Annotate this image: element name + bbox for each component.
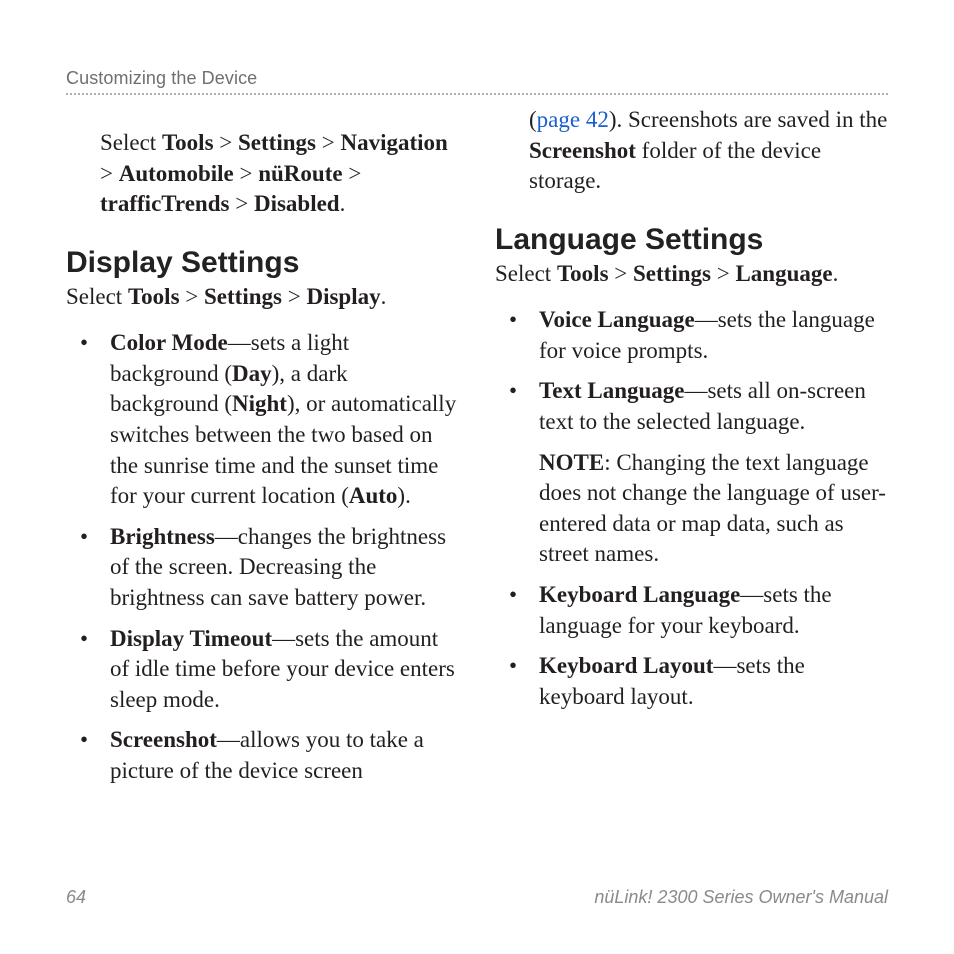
breadcrumb-item: Display — [306, 284, 380, 309]
list-item: Color Mode—sets a light background (Day)… — [66, 328, 459, 511]
screenshot-continuation: (page 42). Screenshots are saved in the … — [495, 105, 888, 197]
breadcrumb-item: Settings — [633, 261, 711, 286]
right-column: (page 42). Screenshots are saved in the … — [495, 105, 888, 796]
list-item-term: Brightness — [110, 524, 215, 549]
list-item: Keyboard Language—sets the language for … — [495, 580, 888, 641]
list-item-term: Keyboard Layout — [539, 653, 713, 678]
nav-path-lead-in: Select Tools > Settings > Navigation > A… — [66, 128, 459, 220]
language-settings-path: Select Tools > Settings > Language. — [495, 259, 888, 290]
display-settings-path: Select Tools > Settings > Display. — [66, 282, 459, 313]
left-column: Select Tools > Settings > Navigation > A… — [66, 105, 459, 796]
list-item: Text Language—sets all on-screen text to… — [495, 376, 888, 437]
breadcrumb-item: Automobile — [119, 161, 234, 186]
bold-text: Night — [232, 391, 287, 416]
list-item-term: Screenshot — [110, 727, 217, 752]
breadcrumb-item: Tools — [557, 261, 609, 286]
breadcrumb-item: Navigation — [340, 130, 447, 155]
note-block: NOTE: Changing the text language does no… — [495, 448, 888, 570]
dotted-rule — [66, 93, 888, 95]
list-item-term: Keyboard Language — [539, 582, 740, 607]
page-number: 64 — [66, 887, 86, 908]
page-footer: 64 nüLink! 2300 Series Owner's Manual — [66, 887, 888, 908]
bold-text: NOTE — [539, 450, 604, 475]
manual-page: Customizing the Device Select Tools > Se… — [0, 0, 954, 954]
breadcrumb-item: Settings — [204, 284, 282, 309]
list-item-term: Text Language — [539, 378, 684, 403]
breadcrumb-item: Tools — [128, 284, 180, 309]
list-item: Brightness—changes the brightness of the… — [66, 522, 459, 614]
list-item: Display Timeout—sets the amount of idle … — [66, 624, 459, 716]
manual-title: nüLink! 2300 Series Owner's Manual — [594, 887, 888, 908]
breadcrumb-item: Settings — [238, 130, 316, 155]
running-head: Customizing the Device — [66, 68, 888, 89]
list-item-term: Color Mode — [110, 330, 228, 355]
display-settings-heading: Display Settings — [66, 246, 459, 280]
breadcrumb-item: Disabled — [254, 191, 340, 216]
bold-text: Day — [232, 361, 272, 386]
list-item-term: Display Timeout — [110, 626, 272, 651]
breadcrumb-item: nüRoute — [258, 161, 342, 186]
breadcrumb-item: Tools — [162, 130, 214, 155]
page-link[interactable]: page 42 — [537, 107, 609, 132]
display-settings-list: Color Mode—sets a light background (Day)… — [66, 328, 459, 786]
breadcrumb-item: Language — [735, 261, 832, 286]
bold-text: Auto — [349, 483, 398, 508]
language-settings-list: Voice Language—sets the language for voi… — [495, 305, 888, 712]
language-settings-heading: Language Settings — [495, 223, 888, 257]
list-item: Keyboard Layout—sets the keyboard layout… — [495, 651, 888, 712]
bold-text: Screenshot — [529, 138, 636, 163]
list-item: Screenshot—allows you to take a picture … — [66, 725, 459, 786]
list-item-term: Voice Language — [539, 307, 695, 332]
breadcrumb-item: trafficTrends — [100, 191, 229, 216]
list-item: Voice Language—sets the language for voi… — [495, 305, 888, 366]
two-column-layout: Select Tools > Settings > Navigation > A… — [66, 105, 888, 796]
